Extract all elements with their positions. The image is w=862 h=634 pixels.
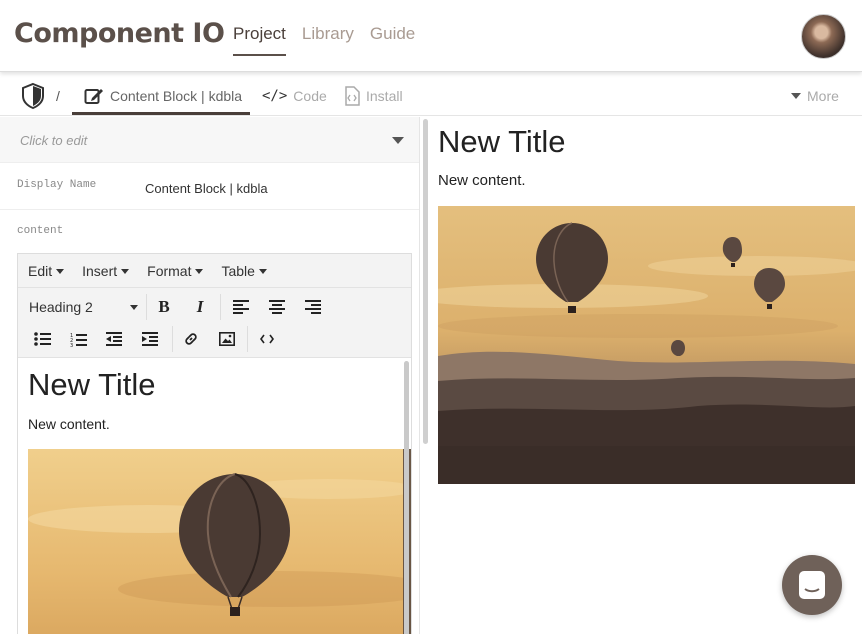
bullet-list-icon [33,332,51,346]
block-format-value: Heading 2 [29,299,93,315]
align-left-icon [233,300,249,314]
align-center-icon [269,300,285,314]
numbered-list-icon: 123 [70,333,87,347]
align-center-button[interactable] [263,294,291,320]
divider [0,209,419,210]
top-header: Component IO Project Library Guide [0,0,862,72]
menu-format[interactable]: Format [147,263,203,279]
editor-scrollbar[interactable] [404,361,409,634]
menu-insert[interactable]: Insert [82,263,129,279]
chat-icon [799,571,825,599]
code-icon: </> [262,88,288,104]
insert-image-button[interactable] [213,326,241,352]
italic-button[interactable]: I [186,294,214,320]
toolbar-separator [172,326,173,352]
numbered-list-button[interactable]: 123 [64,326,92,352]
image-icon [219,332,235,346]
editor-balloon-image[interactable] [28,449,411,634]
chat-support-button[interactable] [782,555,842,615]
click-to-edit-label: Click to edit [20,133,88,148]
bold-icon: B [158,297,170,316]
menu-edit[interactable]: Edit [28,263,64,279]
link-icon [185,333,197,345]
align-right-icon [305,300,321,314]
toolbar-separator [220,294,221,320]
align-left-button[interactable] [227,294,255,320]
preview-title: New Title [438,124,566,159]
display-name-field[interactable]: Content Block | kdbla [145,181,268,196]
preview-content: New content. [438,172,526,189]
indent-button[interactable] [136,326,164,352]
caret-down-icon[interactable] [392,137,404,144]
home-breadcrumb[interactable] [20,76,46,116]
chevron-down-icon [130,305,138,310]
caret-down-icon [791,93,801,99]
tab-content-block-label: Content Block | kdbla [110,88,243,104]
bullet-list-button[interactable] [28,326,56,352]
link-button[interactable] [177,326,205,352]
nav-project[interactable]: Project [233,24,286,56]
tab-code[interactable]: </> Code [262,76,327,116]
main-nav: Project Library Guide [233,24,415,56]
italic-icon: I [196,297,204,316]
toolbar-separator [146,294,147,320]
app-logo[interactable]: Component IO [14,18,225,49]
editor-paragraph: New content. [28,416,110,432]
bold-button[interactable]: B [150,294,178,320]
breadcrumb-separator: / [56,88,60,104]
editor-toolbar: Heading 2 B I 123 [18,288,411,358]
block-format-select[interactable]: Heading 2 [22,293,142,321]
indent-icon [142,332,158,346]
preview-balloon-image [438,206,855,484]
user-avatar[interactable] [801,14,846,59]
editor-heading: New Title [28,367,156,402]
align-right-button[interactable] [299,294,327,320]
svg-text:3: 3 [70,343,73,347]
outdent-button[interactable] [100,326,128,352]
file-code-icon [345,86,360,106]
properties-panel: Click to edit Display Name Content Block… [0,117,420,634]
content-label: content [17,225,64,237]
nav-guide[interactable]: Guide [370,24,415,56]
more-label: More [807,88,839,104]
code-icon [260,334,274,344]
tab-code-label: Code [293,88,327,104]
edit-icon [84,89,103,104]
tab-install-label: Install [366,88,403,104]
editor-content-area[interactable]: New Title New content. [18,359,411,634]
sub-toolbar: / Content Block | kdbla </> Code Install… [0,76,862,116]
display-name-label: Display Name [17,179,97,191]
toolbar-separator [247,326,248,352]
tab-content-block[interactable]: Content Block | kdbla [84,76,242,116]
nav-library[interactable]: Library [302,24,354,56]
rich-text-editor: Edit Insert Format Table Heading 2 B I 1… [17,253,412,634]
click-to-edit-bar[interactable]: Click to edit [0,117,419,163]
menu-table[interactable]: Table [221,263,266,279]
active-tab-indicator [72,112,250,115]
panel-scrollbar[interactable] [423,119,428,444]
more-menu[interactable]: More [791,76,839,116]
outdent-icon [106,332,122,346]
editor-menubar: Edit Insert Format Table [18,254,411,288]
source-code-button[interactable] [253,326,281,352]
shield-icon [22,82,44,110]
tab-install[interactable]: Install [344,76,403,116]
